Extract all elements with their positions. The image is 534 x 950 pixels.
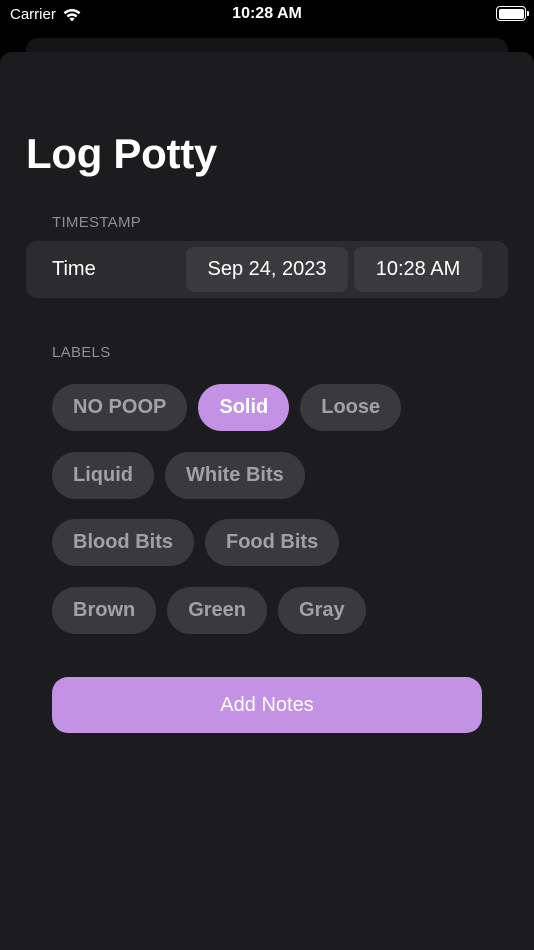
- chip-food-bits[interactable]: Food Bits: [205, 519, 340, 566]
- add-notes-button[interactable]: Add Notes: [52, 677, 482, 733]
- chip-blood-bits[interactable]: Blood Bits: [52, 519, 194, 566]
- chip-row: Blood Bits Food Bits: [52, 519, 492, 566]
- chip-gray[interactable]: Gray: [278, 586, 366, 634]
- time-picker[interactable]: 10:28 AM: [354, 247, 482, 292]
- timestamp-card: Time Sep 24, 2023 10:28 AM: [26, 241, 508, 298]
- timestamp-header: TIMESTAMP: [52, 214, 142, 231]
- battery-fill: [498, 8, 524, 19]
- chip-no-poop[interactable]: NO POOP: [52, 384, 188, 431]
- chip-row: NO POOP Solid Loose: [52, 384, 492, 431]
- status-right: [496, 6, 529, 21]
- screen: Carrier 10:28 AM Log Potty TIMESTAMP Tim…: [0, 0, 534, 950]
- chip-white-bits[interactable]: White Bits: [164, 451, 305, 499]
- chip-row: Liquid White Bits: [52, 451, 492, 499]
- chip-solid[interactable]: Solid: [198, 384, 290, 431]
- battery-icon: [496, 6, 529, 21]
- labels-header: LABELS: [52, 344, 111, 361]
- chip-loose[interactable]: Loose: [300, 384, 402, 431]
- date-picker[interactable]: Sep 24, 2023: [186, 247, 348, 292]
- label-chips: NO POOP Solid Loose Liquid White Bits Bl…: [52, 384, 492, 654]
- chip-brown[interactable]: Brown: [52, 586, 157, 634]
- time-label: Time: [52, 258, 96, 280]
- chip-liquid[interactable]: Liquid: [52, 451, 154, 499]
- page-title: Log Potty: [26, 130, 217, 177]
- chip-row: Brown Green Gray: [52, 586, 492, 634]
- status-bar: Carrier 10:28 AM: [0, 0, 534, 30]
- status-time: 10:28 AM: [232, 5, 302, 22]
- chip-green[interactable]: Green: [167, 586, 268, 634]
